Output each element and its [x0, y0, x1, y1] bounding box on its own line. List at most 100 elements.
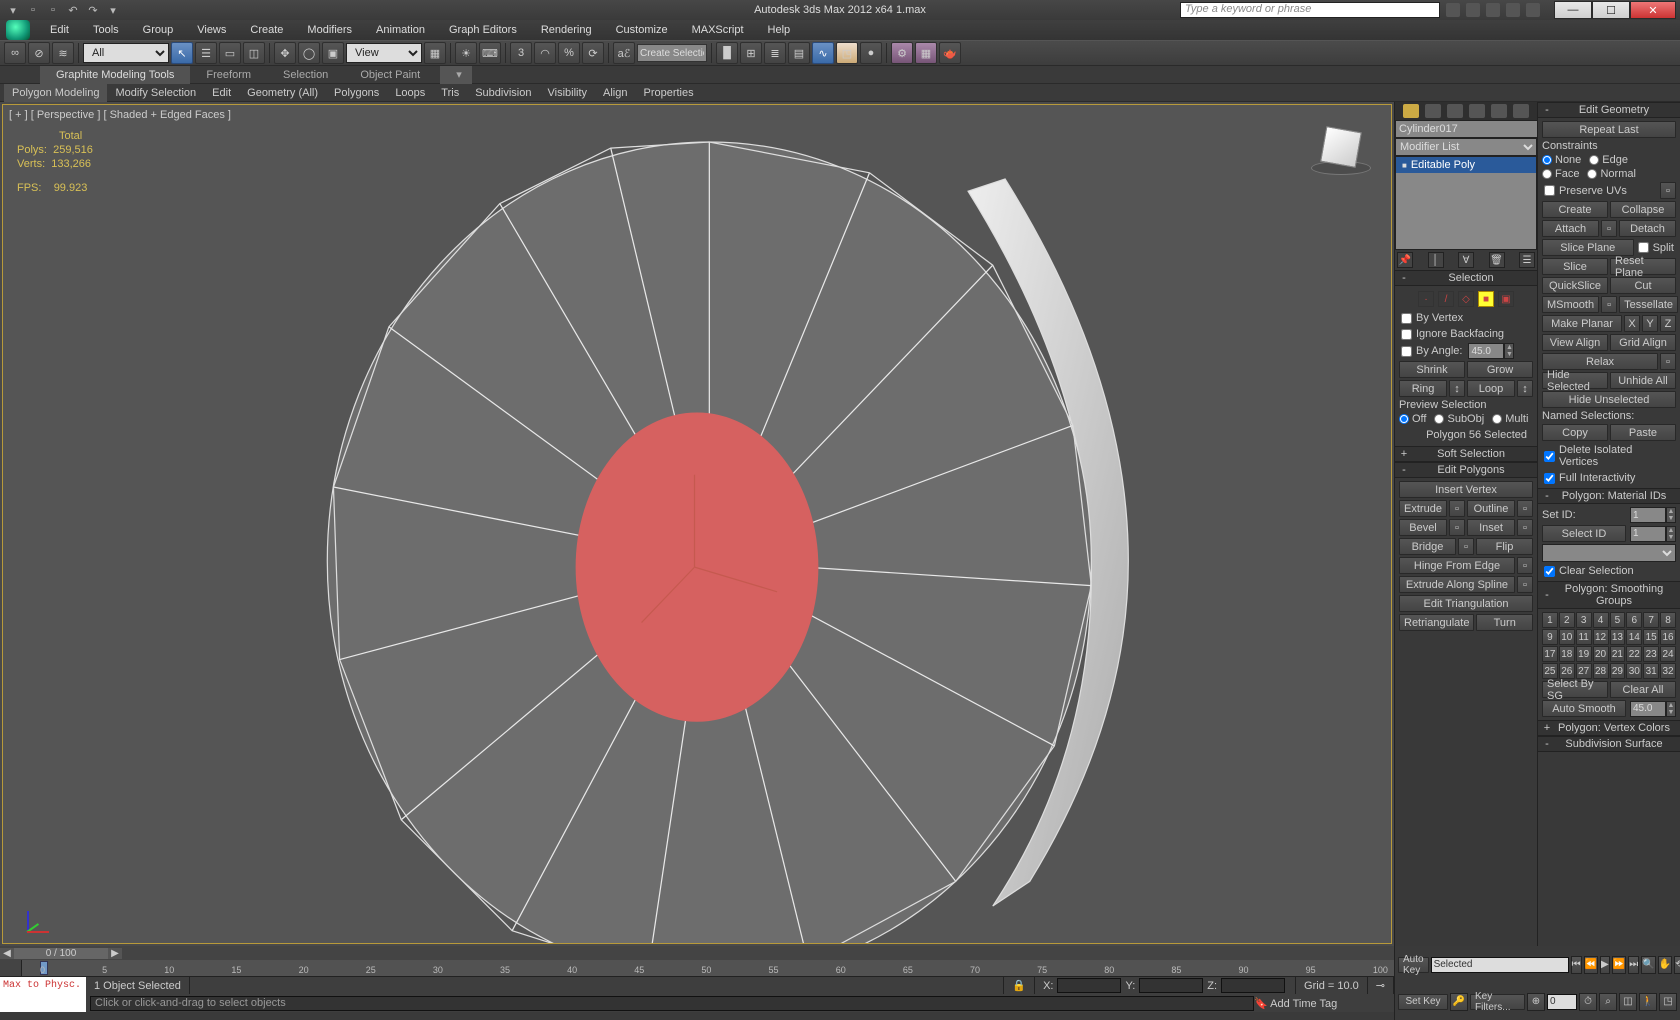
nav-max2-icon[interactable]: ◳: [1659, 993, 1677, 1011]
sg-21-button[interactable]: 21: [1610, 646, 1626, 662]
modifier-stack[interactable]: Editable Poly: [1395, 156, 1537, 250]
ribbon-loops[interactable]: Loops: [387, 84, 433, 102]
render-setup-button[interactable]: ⚙: [891, 42, 913, 64]
rollout-material-ids-head[interactable]: Polygon: Material IDs: [1538, 488, 1680, 504]
create-button[interactable]: Create: [1542, 201, 1608, 218]
material-name-select[interactable]: [1542, 544, 1676, 562]
rollout-vertex-colors-head[interactable]: Polygon: Vertex Colors: [1538, 720, 1680, 736]
schematic-view-button[interactable]: ◳: [836, 42, 858, 64]
paste-named-button[interactable]: Paste: [1610, 424, 1676, 441]
by-angle-input[interactable]: [1468, 343, 1504, 359]
repeat-last-button[interactable]: Repeat Last: [1542, 121, 1676, 138]
retriangulate-button[interactable]: Retriangulate: [1399, 614, 1474, 631]
menu-group[interactable]: Group: [133, 24, 184, 36]
cut-button[interactable]: Cut: [1610, 277, 1676, 294]
edit-tri-button[interactable]: Edit Triangulation: [1399, 595, 1533, 612]
save-icon[interactable]: ▫: [46, 3, 60, 17]
sg-6-button[interactable]: 6: [1626, 612, 1642, 628]
subscription-icon[interactable]: [1466, 3, 1480, 17]
menu-graph-editors[interactable]: Graph Editors: [439, 24, 527, 36]
set-id-input[interactable]: [1630, 507, 1666, 523]
display-tab-icon[interactable]: [1491, 104, 1507, 118]
favorites-icon[interactable]: [1486, 3, 1500, 17]
close-button[interactable]: ✕: [1630, 1, 1676, 19]
ribbon-tab-freeform[interactable]: Freeform: [190, 66, 267, 84]
by-vertex-check[interactable]: [1401, 313, 1412, 324]
preview-off-radio[interactable]: [1399, 414, 1409, 424]
planar-x-button[interactable]: X: [1624, 315, 1640, 332]
tessellate-button[interactable]: Tessellate: [1619, 296, 1678, 313]
sg-7-button[interactable]: 7: [1643, 612, 1659, 628]
isolate-icon[interactable]: ⊸: [1368, 977, 1394, 994]
ribbon-tris[interactable]: Tris: [433, 84, 467, 102]
stack-item-editable-poly[interactable]: Editable Poly: [1396, 157, 1536, 173]
utilities-tab-icon[interactable]: [1513, 104, 1529, 118]
view-align-button[interactable]: View Align: [1542, 334, 1608, 351]
search-input[interactable]: Type a keyword or phrase: [1180, 2, 1440, 18]
sg-3-button[interactable]: 3: [1576, 612, 1592, 628]
insert-vertex-button[interactable]: Insert Vertex: [1399, 481, 1533, 498]
sg-5-button[interactable]: 5: [1610, 612, 1626, 628]
modify-tab-icon[interactable]: [1425, 104, 1441, 118]
sg-1-button[interactable]: 1: [1542, 612, 1558, 628]
sg-12-button[interactable]: 12: [1593, 629, 1609, 645]
menu-modifiers[interactable]: Modifiers: [297, 24, 362, 36]
shrink-button[interactable]: Shrink: [1399, 361, 1465, 378]
auto-key-button[interactable]: Auto Key: [1398, 957, 1429, 973]
align-button[interactable]: ⊞: [740, 42, 762, 64]
time-slider-right-icon[interactable]: ▶: [108, 948, 122, 959]
percent-snap-button[interactable]: %: [558, 42, 580, 64]
remove-modifier-icon[interactable]: 🗑: [1489, 252, 1505, 268]
z-coord-input[interactable]: [1221, 978, 1285, 993]
goto-start-icon[interactable]: ⏮: [1571, 956, 1582, 974]
sg-18-button[interactable]: 18: [1559, 646, 1575, 662]
move-button[interactable]: ✥: [274, 42, 296, 64]
maxscript-input[interactable]: [0, 994, 86, 1012]
select-id-input[interactable]: [1630, 526, 1666, 542]
time-slider-left-icon[interactable]: ◀: [0, 948, 14, 959]
sg-13-button[interactable]: 13: [1610, 629, 1626, 645]
menu-create[interactable]: Create: [240, 24, 293, 36]
slice-button[interactable]: Slice: [1542, 258, 1608, 275]
ref-coord-select[interactable]: View: [346, 43, 422, 63]
sg-2-button[interactable]: 2: [1559, 612, 1575, 628]
qat-more-icon[interactable]: ▾: [106, 3, 120, 17]
loop-button[interactable]: Loop: [1467, 380, 1515, 397]
make-unique-icon[interactable]: ∀: [1458, 252, 1474, 268]
menu-tools[interactable]: Tools: [83, 24, 129, 36]
edge-subobj-icon[interactable]: /: [1438, 291, 1454, 307]
clear-all-sg-button[interactable]: Clear All: [1610, 681, 1676, 698]
relax-button[interactable]: Relax: [1542, 353, 1658, 370]
select-by-sg-button[interactable]: Select By SG: [1542, 681, 1608, 698]
grid-align-button[interactable]: Grid Align: [1610, 334, 1676, 351]
nav-fov-icon[interactable]: ◫: [1619, 993, 1637, 1011]
planar-y-button[interactable]: Y: [1642, 315, 1658, 332]
planar-z-button[interactable]: Z: [1660, 315, 1676, 332]
hierarchy-tab-icon[interactable]: [1447, 104, 1463, 118]
full-interactivity-check[interactable]: [1544, 473, 1555, 484]
set-key-button[interactable]: Set Key: [1398, 994, 1448, 1010]
key-filters-button[interactable]: Key Filters...: [1470, 994, 1525, 1010]
ring-button[interactable]: Ring: [1399, 380, 1447, 397]
select-object-button[interactable]: ↖: [171, 42, 193, 64]
select-region-rect-button[interactable]: ▭: [219, 42, 241, 64]
bridge-button[interactable]: Bridge: [1399, 538, 1456, 555]
sg-10-button[interactable]: 10: [1559, 629, 1575, 645]
redo-icon[interactable]: ↷: [86, 3, 100, 17]
ribbon-geometry-all[interactable]: Geometry (All): [239, 84, 326, 102]
modifier-list-select[interactable]: Modifier List: [1395, 138, 1537, 156]
rollout-subdivision-surface-head[interactable]: Subdivision Surface: [1538, 736, 1680, 752]
ribbon-tab-object-paint[interactable]: Object Paint: [344, 66, 436, 84]
sg-15-button[interactable]: 15: [1643, 629, 1659, 645]
sg-16-button[interactable]: 16: [1660, 629, 1676, 645]
preview-multi-radio[interactable]: [1492, 414, 1502, 424]
ignore-backfacing-check[interactable]: [1401, 329, 1412, 340]
sg-19-button[interactable]: 19: [1576, 646, 1592, 662]
sg-14-button[interactable]: 14: [1626, 629, 1642, 645]
mesh-object[interactable]: [3, 105, 1391, 943]
hide-selected-button[interactable]: Hide Selected: [1542, 372, 1608, 389]
play-icon[interactable]: ▶: [1600, 956, 1610, 974]
sg-20-button[interactable]: 20: [1593, 646, 1609, 662]
make-planar-button[interactable]: Make Planar: [1542, 315, 1622, 332]
grow-button[interactable]: Grow: [1467, 361, 1533, 378]
